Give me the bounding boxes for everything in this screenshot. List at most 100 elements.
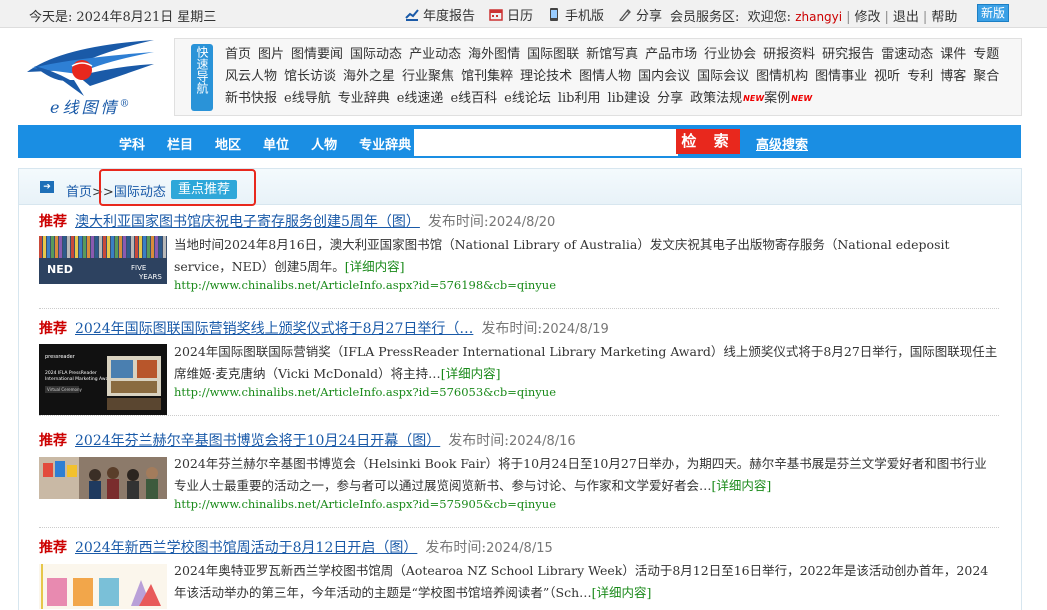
quick-nav-link[interactable]: 博客 [940,69,966,84]
quick-nav-link[interactable]: 首页 [225,47,251,62]
publish-label: 发布时间: [425,540,487,556]
annual-report-link[interactable]: 年度报告 [405,5,475,24]
quick-nav-link[interactable]: 专业辞典 [338,91,390,106]
article-summary: 当地时间2024年8月16日，澳大利亚国家图书馆（National Librar… [174,237,950,274]
quick-nav-link[interactable]: 新馆写真 [586,47,638,62]
article-url[interactable]: http://www.chinalibs.net/ArticleInfo.asp… [174,278,556,292]
category-organization[interactable]: 单位 [263,134,289,153]
breadcrumb-home[interactable]: 首页 [66,185,92,200]
logo-text: e线图情® [50,98,133,117]
logout-link[interactable]: 退出 [893,10,919,25]
quick-nav-link[interactable]: e线速递 [397,91,444,106]
quick-nav-link[interactable]: 图情人物 [579,69,631,84]
quick-nav-link[interactable]: 国际会议 [697,69,749,84]
quick-nav-link[interactable]: 产业动态 [409,47,461,62]
article-title-link[interactable]: 澳大利亚国家图书馆庆祝电子寄存服务创建5周年（图） [75,214,420,230]
category-subject[interactable]: 学科 [119,134,145,153]
weekday: 星期三 [177,10,217,25]
quick-nav-link[interactable]: 风云人物 [225,69,277,84]
mobile-version-link[interactable]: 手机版 [547,5,604,24]
quick-nav-link[interactable]: 行业聚焦 [402,69,454,84]
share-link[interactable]: 分享 [618,5,662,24]
quick-nav-link[interactable]: 课件 [940,47,966,62]
read-more-link[interactable]: [详细内容] [345,259,405,274]
quick-nav-link[interactable]: 新书快报 [225,91,277,106]
publish-label: 发布时间: [481,321,543,337]
quick-nav-link[interactable]: 行业协会 [704,47,756,62]
svg-text:NED: NED [47,263,73,276]
recommend-badge: 推荐 [39,433,67,449]
quick-nav-link[interactable]: 研报资料 [763,47,815,62]
category-dictionary[interactable]: 专业辞典 [359,134,411,153]
quick-nav-link[interactable]: 产品市场 [645,47,697,62]
report-icon [405,9,419,21]
search-input[interactable] [414,129,678,156]
edit-profile-link[interactable]: 修改 [855,10,881,25]
article-thumbnail[interactable] [39,564,167,609]
quick-nav-link[interactable]: 分享 [657,91,683,106]
quick-nav-link[interactable]: 视听 [874,69,900,84]
annual-report-label: 年度报告 [423,9,476,24]
help-link[interactable]: 帮助 [931,10,957,25]
publish-label: 发布时间: [448,433,509,449]
quick-nav-link[interactable]: 专利 [907,69,933,84]
quick-nav-link[interactable]: 国际图联 [527,47,579,62]
divider [39,415,999,416]
article-summary: 2024年芬兰赫尔辛基图书博览会（Helsinki Book Fair）将于10… [174,456,987,493]
new-version-button[interactable]: 新版 [977,4,1009,22]
quick-nav-link[interactable]: 国际动态 [350,47,402,62]
member-label: 会员服务区: [670,10,740,25]
highlight-box [99,169,256,206]
quick-nav-link[interactable]: 聚合 [973,69,999,84]
quick-nav-link[interactable]: 案例 [764,91,790,106]
quick-nav-link[interactable]: 政策法规 [690,91,742,106]
advanced-search-link[interactable]: 高级搜索 [756,134,808,153]
article-title-link[interactable]: 2024年新西兰学校图书馆周活动于8月12日开启（图） [75,540,417,556]
date-display: 今天是: 2024年8月21日 星期三 [29,6,220,25]
quick-nav-link[interactable]: 雷速动态 [881,47,933,62]
calendar-icon [489,9,503,21]
quick-nav-link[interactable]: 图片 [258,47,284,62]
quick-nav-link[interactable]: 图情事业 [815,69,867,84]
article-thumbnail[interactable]: pressreader 2024 IFLA PressReader Intern… [39,344,167,415]
quick-nav-link[interactable]: 馆长访谈 [284,69,336,84]
article-thumbnail[interactable]: NED FIVE YEARS [39,236,167,284]
quick-nav-link[interactable]: 海外图情 [468,47,520,62]
svg-text:pressreader: pressreader [45,354,76,360]
quick-nav-link[interactable]: 国内会议 [638,69,690,84]
read-more-link[interactable]: [详细内容] [712,478,772,493]
quick-nav-link[interactable]: 专题 [973,47,999,62]
new-badge: NEW [791,94,813,103]
quick-nav-link[interactable]: e线导航 [284,91,331,106]
read-more-link[interactable]: [详细内容] [592,585,652,600]
quick-nav-link[interactable]: 图情机构 [756,69,808,84]
read-more-link[interactable]: [详细内容] [441,366,501,381]
search-button[interactable]: 检 索 [676,129,740,154]
quick-nav-link[interactable]: 理论技术 [520,69,572,84]
quick-nav-link[interactable]: e线百科 [450,91,497,106]
article-title-link[interactable]: 2024年芬兰赫尔辛基图书博览会将于10月24日开幕（图） [75,433,440,449]
share-icon [619,9,631,21]
category-column[interactable]: 栏目 [167,134,193,153]
quick-nav-link[interactable]: 图情要闻 [291,47,343,62]
svg-text:YEARS: YEARS [138,273,162,281]
quick-nav-link[interactable]: lib建设 [607,91,650,106]
quick-nav-link[interactable]: e线论坛 [504,91,551,106]
mobile-version-label: 手机版 [565,9,605,24]
article-thumbnail[interactable] [39,457,167,499]
username-link[interactable]: zhangyi [795,10,842,24]
date-value: 2024年8月21日 [76,10,174,25]
quick-nav-link[interactable]: lib利用 [558,91,601,106]
quick-nav-link[interactable]: 馆刊集粹 [461,69,513,84]
quick-nav: 快速导航 首页 图片 图情要闻 国际动态 产业动态 海外图情 国际图联 新馆写真 产品市场 行业协… [174,38,1022,116]
category-person[interactable]: 人物 [311,134,337,153]
recommend-badge: 推荐 [39,321,67,337]
calendar-link[interactable]: 日历 [489,5,533,24]
article-title-link[interactable]: 2024年国际图联国际营销奖线上颁奖仪式将于8月27日举行（… [75,321,473,337]
article-url[interactable]: http://www.chinalibs.net/ArticleInfo.asp… [174,385,556,399]
category-region[interactable]: 地区 [215,134,241,153]
quick-nav-link[interactable]: 海外之星 [343,69,395,84]
quick-nav-link[interactable]: 研究报告 [822,47,874,62]
article-url[interactable]: http://www.chinalibs.net/ArticleInfo.asp… [174,497,556,511]
search-bar: 学科 栏目 地区 单位 人物 专业辞典 检 索 高级搜索 [18,125,1021,158]
